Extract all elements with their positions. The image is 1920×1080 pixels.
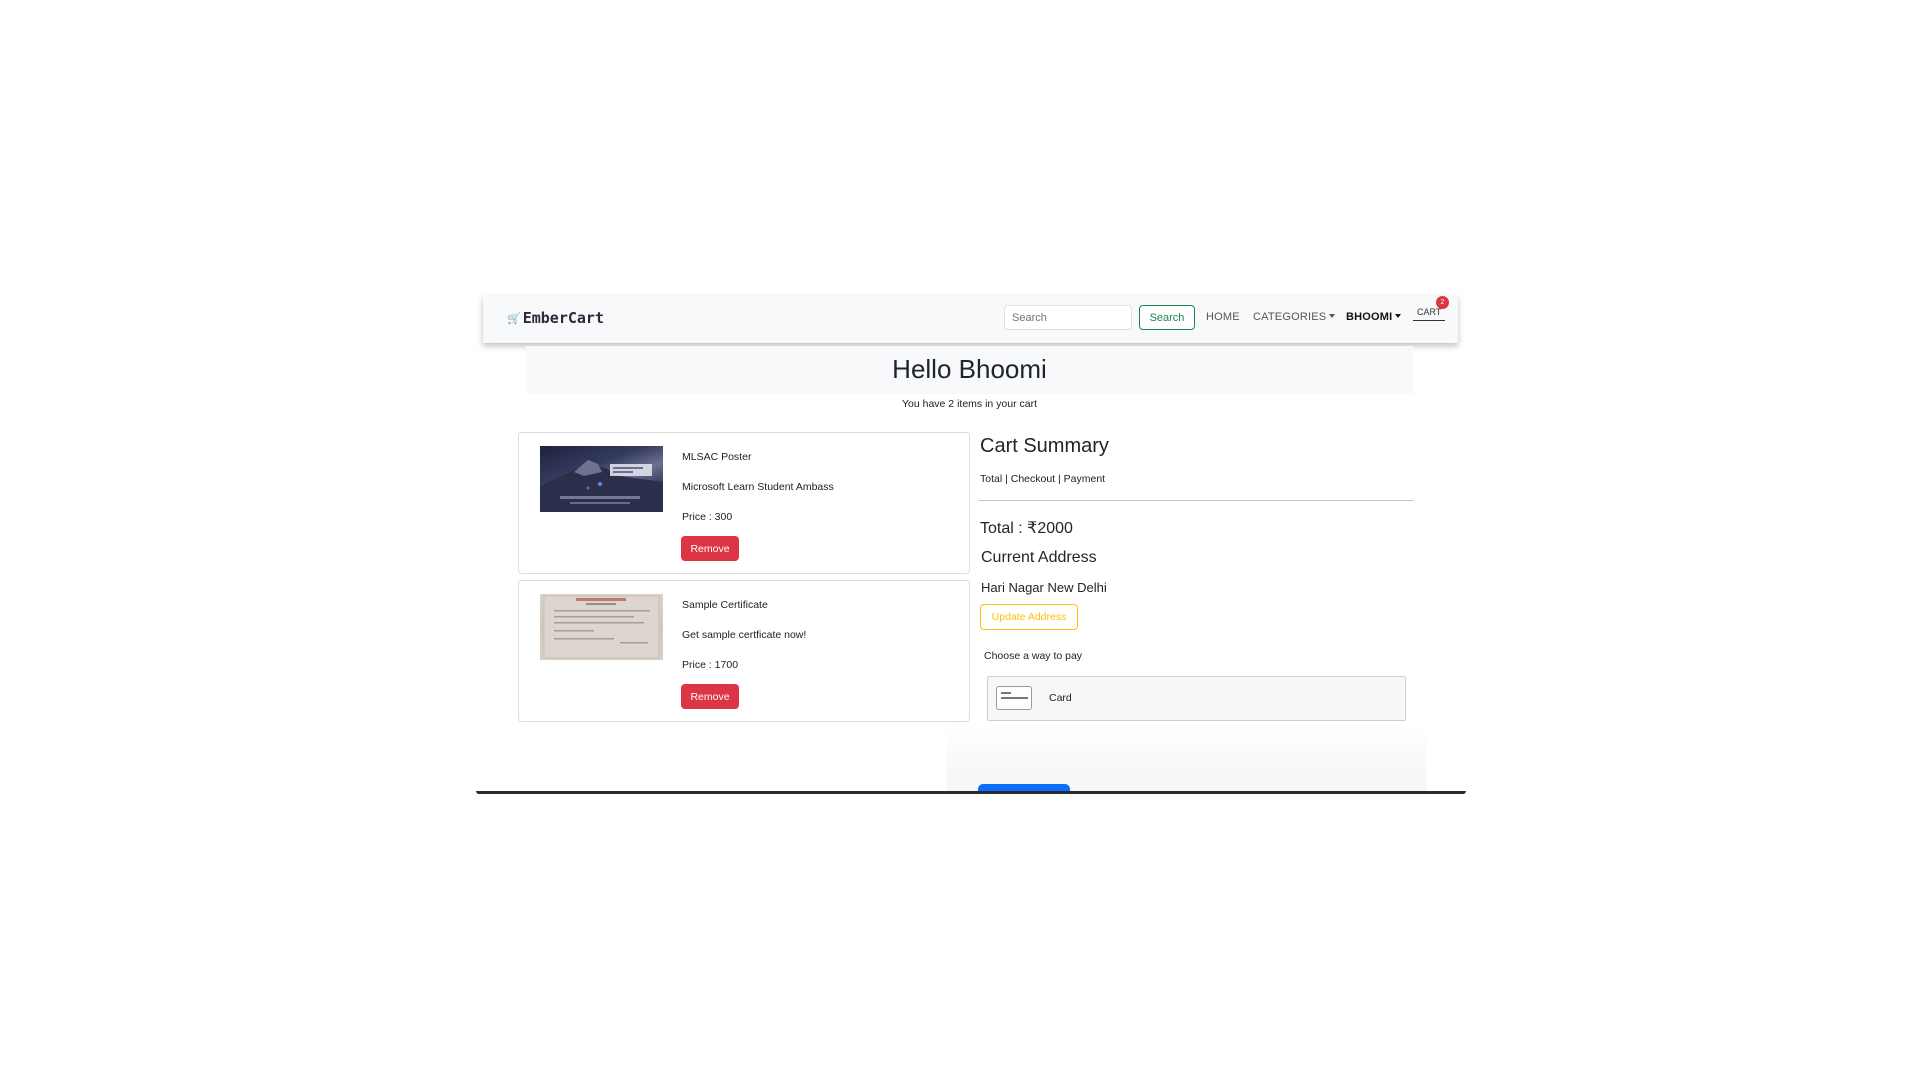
brand-name: EmberCart	[522, 309, 604, 327]
cart-item: Sample Certificate Get sample certficate…	[518, 580, 970, 722]
cart-total: Total : ₹2000	[980, 520, 1073, 537]
page-background: 🛒 EmberCart Search HOME CATEGORIES BHOOM…	[0, 0, 1920, 1080]
cart-item: MLSAC Poster Microsoft Learn Student Amb…	[518, 432, 970, 574]
brand-logo[interactable]: 🛒 EmberCart	[507, 309, 604, 327]
navbar: 🛒 EmberCart Search HOME CATEGORIES BHOOM…	[483, 296, 1458, 343]
current-address: Hari Nagar New Delhi	[981, 580, 1107, 595]
update-address-button[interactable]: Update Address	[980, 604, 1078, 630]
product-description: Get sample certficate now!	[682, 629, 807, 641]
product-price: Price : 300	[682, 511, 733, 523]
nav-user-dropdown[interactable]: BHOOMI	[1346, 311, 1402, 323]
product-image[interactable]	[540, 594, 663, 660]
product-image[interactable]	[540, 446, 663, 512]
nav-categories-dropdown[interactable]: CATEGORIES	[1253, 311, 1336, 323]
page-title: Hello Bhoomi	[892, 354, 1047, 384]
search-button[interactable]: Search	[1139, 305, 1195, 330]
address-heading: Current Address	[981, 549, 1097, 566]
nav-user-label: BHOOMI	[1346, 311, 1393, 323]
product-name: Sample Certificate	[682, 599, 768, 611]
nav-home-link[interactable]: HOME	[1206, 311, 1240, 323]
chevron-down-icon	[1329, 314, 1336, 318]
window-edge	[476, 791, 1466, 794]
remove-item-button[interactable]: Remove	[681, 684, 739, 709]
product-price: Price : 1700	[682, 659, 739, 671]
cart-summary: Cart Summary Total | Checkout | Payment …	[978, 432, 1414, 732]
remove-item-button[interactable]: Remove	[681, 536, 739, 561]
summary-steps: Total | Checkout | Payment	[980, 473, 1106, 485]
nav-cart-link[interactable]: CART	[1413, 307, 1446, 321]
product-description: Microsoft Learn Student Ambass	[682, 481, 834, 493]
divider	[978, 500, 1414, 501]
nav-categories-label: CATEGORIES	[1253, 311, 1327, 323]
chevron-down-icon	[1395, 314, 1402, 318]
search-input[interactable]	[1004, 305, 1132, 330]
cart-item-count-text: You have 2 items in your cart	[901, 398, 1038, 410]
cart-count-badge: 2	[1436, 296, 1449, 309]
greeting-banner: Hello Bhoomi	[526, 346, 1413, 394]
poster-image-art	[540, 460, 663, 512]
summary-title: Cart Summary	[980, 435, 1109, 457]
payment-method-label: Choose a way to pay	[984, 650, 1083, 662]
product-name: MLSAC Poster	[682, 451, 752, 463]
shopping-cart-icon: 🛒	[507, 311, 521, 325]
footer-fade	[946, 722, 1426, 792]
payment-option-card[interactable]: Card	[987, 676, 1406, 721]
payment-option-label: Card	[1049, 692, 1072, 704]
certificate-image-art	[543, 595, 660, 659]
credit-card-icon	[996, 686, 1032, 710]
